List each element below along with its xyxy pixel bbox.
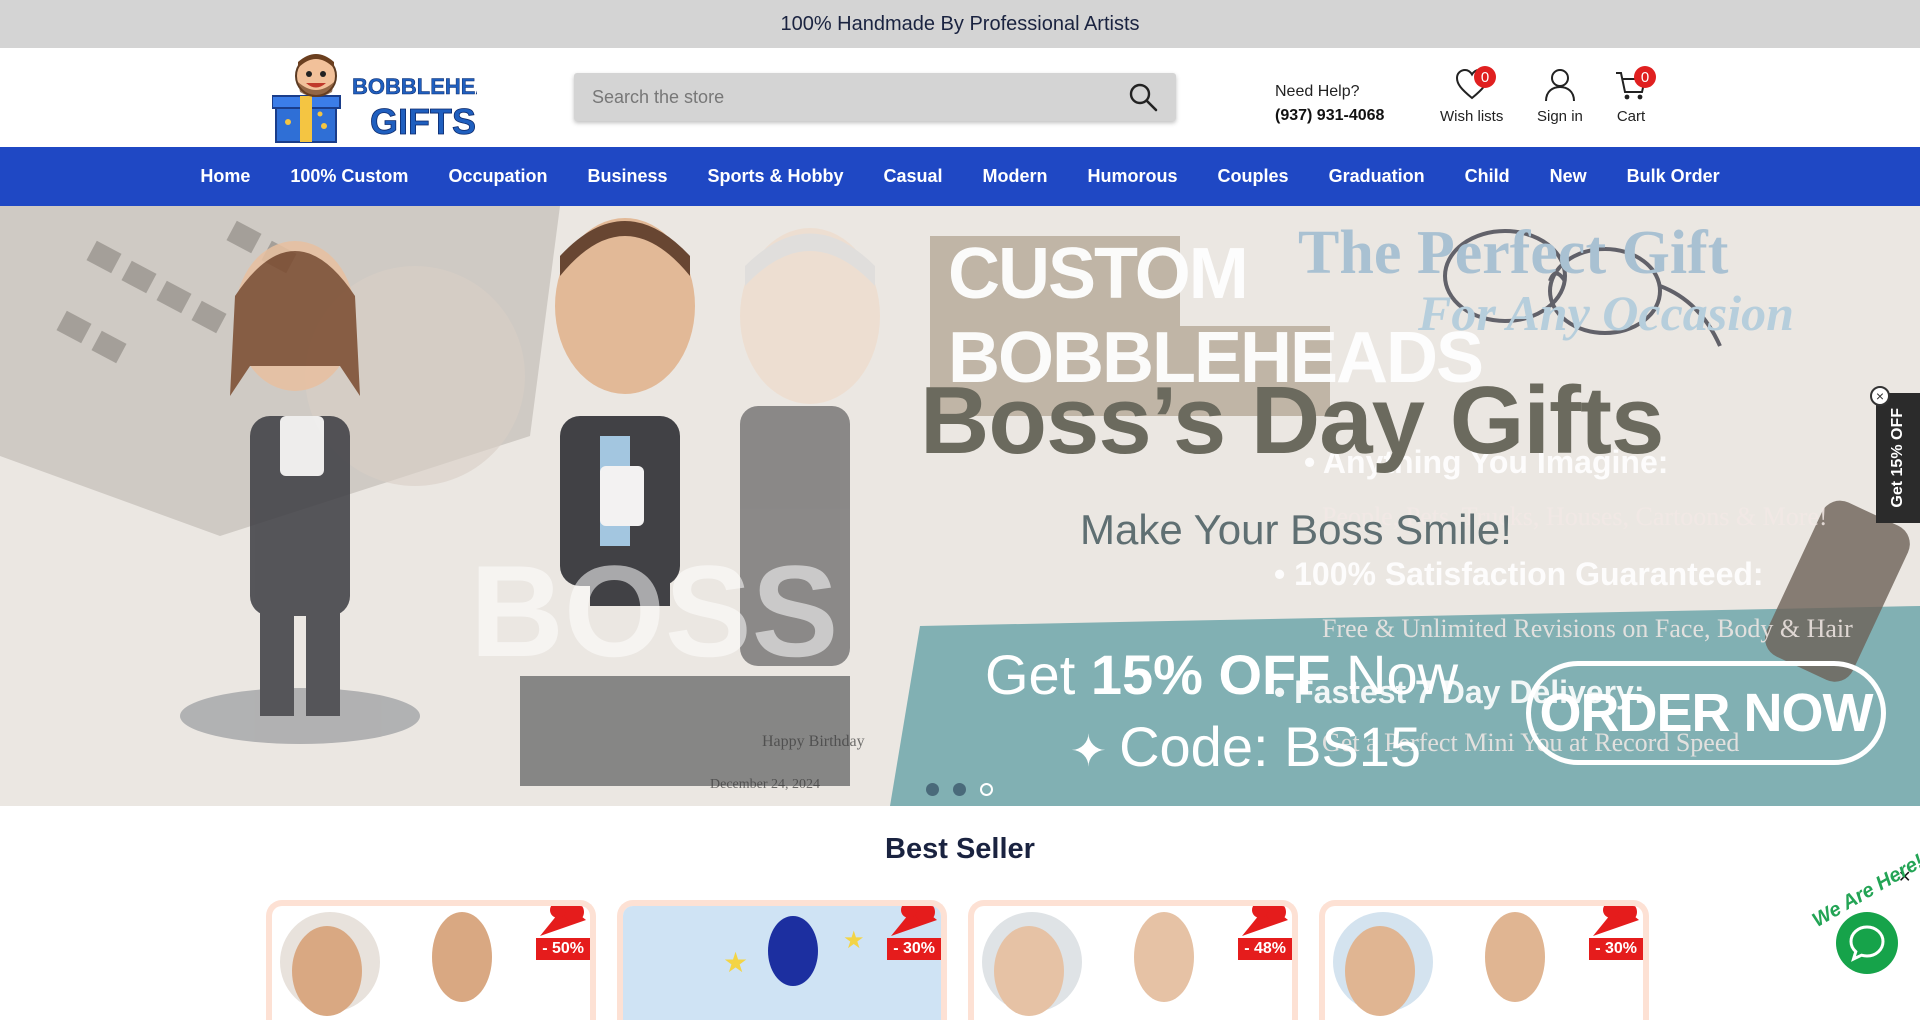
hero-date: December 24, 2024 — [710, 777, 820, 792]
wishlist-count-badge: 0 — [1474, 66, 1496, 88]
hero-perfect-gift: The Perfect Gift — [1298, 219, 1729, 287]
announcement-bar: 100% Handmade By Professional Artists — [0, 0, 1920, 48]
gift-bow-icon — [891, 906, 937, 936]
nav-bulk-order[interactable]: Bulk Order — [1607, 166, 1740, 187]
hero-subtitle: Make Your Boss Smile! — [1080, 506, 1512, 553]
wishlist-button[interactable]: Wish lists 0 — [1440, 66, 1504, 125]
nav-child[interactable]: Child — [1445, 166, 1530, 187]
nav-new[interactable]: New — [1530, 166, 1607, 187]
cart-count-badge: 0 — [1634, 66, 1656, 88]
hero-promo-offer: Get 15% OFF Now — [985, 643, 1459, 706]
search-icon[interactable] — [1128, 82, 1158, 112]
star-icon: ★ — [843, 927, 865, 954]
help-label: Need Help? — [1275, 83, 1360, 100]
cart-button[interactable]: Cart 0 — [1614, 66, 1656, 125]
carousel-dots — [926, 783, 993, 796]
hero-promo-code: ✦ Code: BS15 — [1070, 715, 1422, 778]
order-now-button[interactable]: ORDER NOW — [1526, 661, 1886, 765]
discount-side-tab[interactable]: Get 15% OFF — [1876, 393, 1920, 523]
carousel-dot-1[interactable] — [926, 783, 939, 796]
discount-badge: - 30% — [1589, 938, 1643, 960]
discount-side-tab-label: Get 15% OFF — [1889, 408, 1906, 508]
main-nav: Home 100% Custom Occupation Business Spo… — [0, 147, 1920, 206]
user-icon — [1544, 69, 1575, 102]
close-icon[interactable]: × — [1870, 386, 1890, 406]
chat-button[interactable] — [1836, 912, 1898, 974]
carousel-dot-2[interactable] — [953, 783, 966, 796]
hero-title: Boss’s Day Gifts — [920, 367, 1664, 474]
discount-badge: - 30% — [887, 938, 941, 960]
nav-modern[interactable]: Modern — [963, 166, 1068, 187]
best-seller-cards: - 50% ★ ★ - 30% - 48% - 30% — [266, 900, 1649, 1020]
product-card[interactable]: - 48% — [968, 900, 1298, 1020]
hero-bullet-2: • 100% Satisfaction Guaranteed: — [1274, 556, 1764, 592]
hero-banner[interactable]: BOSS December 24, 2024 Happy Birthday CU… — [0, 206, 1920, 806]
discount-badge: - 50% — [536, 938, 590, 960]
gift-bow-icon — [540, 906, 586, 936]
nav-couples[interactable]: Couples — [1198, 166, 1309, 187]
best-seller-title: Best Seller — [885, 833, 1035, 865]
nav-occupation[interactable]: Occupation — [428, 166, 567, 187]
gift-bow-icon — [1242, 906, 1288, 936]
logo-text-1: BOBBLEHEADS — [352, 74, 477, 99]
hero-any-occasion: For Any Occasion — [1418, 285, 1794, 341]
chat-bubble-icon — [1849, 925, 1885, 962]
signin-label: Sign in — [1537, 108, 1583, 125]
star-icon: ★ — [723, 947, 749, 978]
search-input[interactable] — [592, 86, 1128, 108]
site-header: BOBBLEHEADS GIFTS Need Help? (937) 931-4… — [0, 48, 1920, 147]
nav-business[interactable]: Business — [567, 166, 687, 187]
signin-button[interactable]: Sign in — [1537, 68, 1583, 125]
nav-sports-hobby[interactable]: Sports & Hobby — [688, 166, 864, 187]
nav-humorous[interactable]: Humorous — [1068, 166, 1198, 187]
discount-badge: - 48% — [1238, 938, 1292, 960]
hero-bullet-2-sub: Free & Unlimited Revisions on Face, Body… — [1322, 614, 1853, 643]
gift-bow-icon — [1593, 906, 1639, 936]
announcement-text: 100% Handmade By Professional Artists — [780, 12, 1140, 35]
nav-graduation[interactable]: Graduation — [1309, 166, 1445, 187]
product-card[interactable]: - 30% — [1319, 900, 1649, 1020]
logo-text-2: GIFTS — [370, 101, 476, 142]
wishlist-label: Wish lists — [1440, 108, 1504, 125]
help-phone[interactable]: (937) 931-4068 — [1275, 104, 1384, 128]
sparkle-icon: ✦ — [1070, 727, 1120, 776]
nav-casual[interactable]: Casual — [864, 166, 963, 187]
nav-home[interactable]: Home — [180, 166, 270, 187]
cart-label: Cart — [1616, 108, 1646, 125]
product-card[interactable]: - 50% — [266, 900, 596, 1020]
site-logo[interactable]: BOBBLEHEADS GIFTS — [271, 52, 522, 144]
nav-100-custom[interactable]: 100% Custom — [270, 166, 428, 187]
carousel-dot-3[interactable] — [980, 783, 993, 796]
search-bar — [574, 73, 1176, 121]
product-card[interactable]: ★ ★ - 30% — [617, 900, 947, 1020]
hero-plaque: Happy Birthday — [762, 733, 865, 750]
svg-text:BOSS: BOSS — [470, 538, 838, 684]
help-contact: Need Help? (937) 931-4068 — [1275, 80, 1384, 128]
